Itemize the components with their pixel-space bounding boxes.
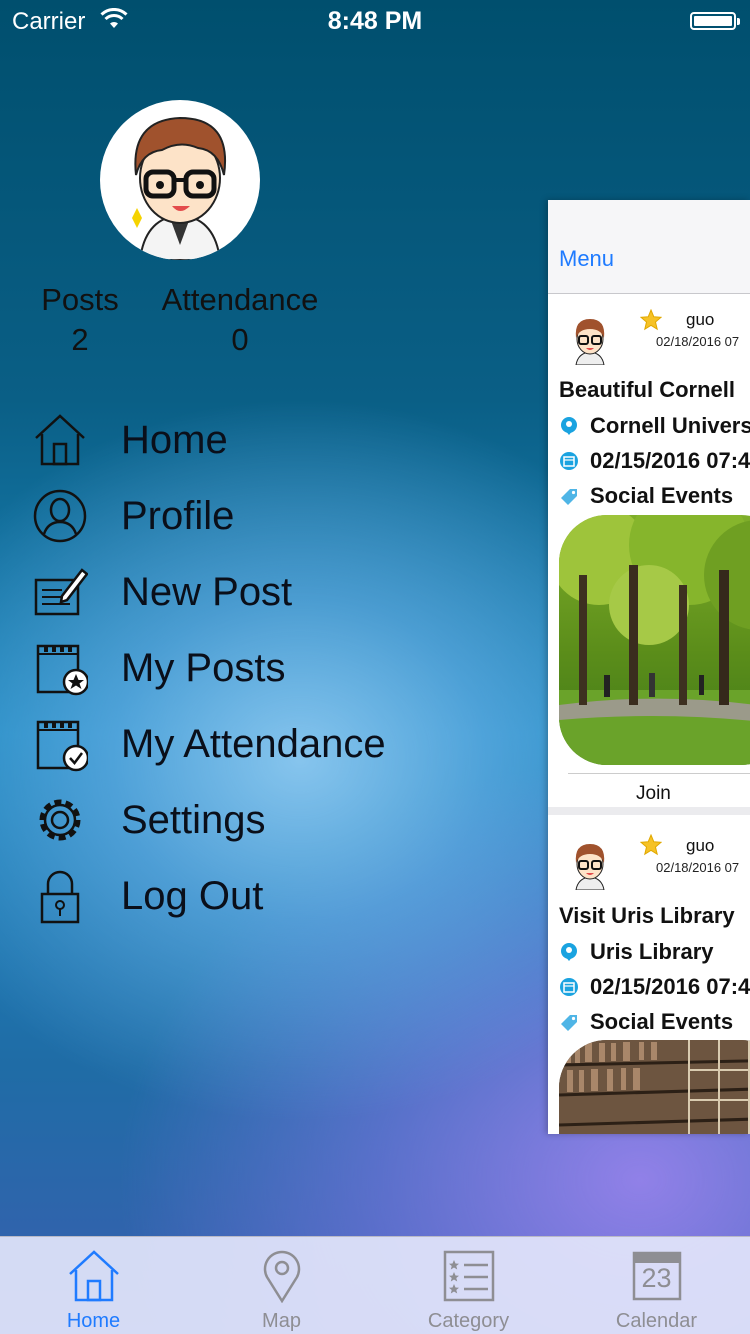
post-event-date: 02/15/2016 07:4 [590,974,750,999]
post-card[interactable]: guo 02/18/2016 07 Visit Uris Library Uri… [548,820,750,1134]
divider [568,773,750,774]
menu-item-profile[interactable]: Profile [30,484,450,548]
user-avatar-icon [575,844,605,890]
tab-label-category: Category [427,1310,510,1332]
tag-icon [561,1015,577,1031]
gear-icon [30,790,90,850]
join-button[interactable]: Join [636,783,671,805]
menu-label-new-post: New Post [121,569,293,614]
post-location: Uris Library [590,939,714,964]
map-pin-icon [263,1250,300,1303]
menu-label-settings: Settings [121,797,266,842]
posts-stat[interactable]: Posts 2 [36,282,124,358]
list-icon [443,1250,494,1302]
post-category: Social Events [590,1009,734,1034]
card-separator [548,807,750,815]
tab-label-calendar: Calendar [615,1310,698,1332]
post-username: guo [686,836,715,855]
star-icon[interactable] [640,834,662,856]
star-icon[interactable] [640,309,662,331]
new-post-icon [30,562,90,622]
tab-map[interactable]: Map [188,1237,375,1334]
post-location: Cornell University [590,413,750,438]
attendance-count: 0 [231,322,249,357]
menu-item-log-out[interactable]: Log Out [30,864,450,928]
post-category-row: Social Events [559,483,733,509]
post-date-row: 02/15/2016 07:4 [559,448,750,474]
post-photo-library[interactable] [559,1040,750,1134]
home-icon [30,410,90,470]
post-event-date: 02/15/2016 07:4 [590,448,750,473]
profile-avatar[interactable] [100,100,260,260]
attendance-stat[interactable]: Attendance 0 [150,282,330,358]
menu-label-my-posts: My Posts [121,645,286,690]
tab-label-map: Map [262,1310,301,1332]
profile-icon [30,486,90,546]
post-timestamp: 02/18/2016 07 [656,860,740,875]
lock-icon [30,866,90,926]
user-avatar-icon [575,319,605,365]
menu-item-my-posts[interactable]: My Posts [30,636,450,700]
location-pin-icon [561,943,577,961]
calendar-small-icon [560,452,578,470]
calendar-badge-text: 23 [641,1263,672,1293]
menu-label-profile: Profile [121,493,235,538]
menu-button[interactable]: Menu [559,246,614,272]
clock: 8:48 PM [327,7,423,35]
status-bar: Carrier 8:48 PM [0,0,750,40]
attendance-label: Attendance [161,282,319,317]
menu-item-home[interactable]: Home [30,408,450,472]
post-card[interactable]: guo 02/18/2016 07 Beautiful Cornell Corn… [548,295,750,815]
menu-item-new-post[interactable]: New Post [30,560,450,624]
my-posts-icon [30,638,90,698]
tab-label-home: Home [66,1310,121,1332]
tab-bar: Home Map Category 23 Calendar [0,1236,750,1334]
avatar-illustration [132,116,226,260]
my-attendance-icon [30,714,90,774]
tab-calendar[interactable]: 23 Calendar [563,1237,750,1334]
post-location-row: Uris Library [559,939,714,965]
feed-panel[interactable]: Menu guo 02/18/2016 07 Beautiful Cornell… [548,200,750,1134]
battery-icon [690,12,740,30]
tag-icon [561,489,577,505]
tab-home[interactable]: Home [0,1237,187,1334]
posts-label: Posts [41,282,119,317]
posts-count: 2 [71,322,89,357]
tab-category[interactable]: Category [375,1237,562,1334]
menu-label-log-out: Log Out [121,873,264,918]
home-icon [68,1250,119,1302]
location-pin-icon [561,417,577,435]
post-photo-trees[interactable] [559,515,750,765]
menu-item-my-attendance[interactable]: My Attendance [30,712,450,776]
post-category: Social Events [590,483,734,508]
calendar-small-icon [560,978,578,996]
post-timestamp: 02/18/2016 07 [656,334,740,349]
menu-label-home: Home [121,417,228,462]
menu-item-settings[interactable]: Settings [30,788,450,852]
post-date-row: 02/15/2016 07:4 [559,974,750,1000]
post-location-row: Cornell University [559,413,750,439]
post-title: Beautiful Cornell [559,377,736,402]
feed-nav-bar: Menu [548,200,750,294]
post-username: guo [686,310,715,329]
post-title: Visit Uris Library [559,903,735,928]
menu-label-my-attendance: My Attendance [121,721,386,766]
post-category-row: Social Events [559,1009,733,1035]
